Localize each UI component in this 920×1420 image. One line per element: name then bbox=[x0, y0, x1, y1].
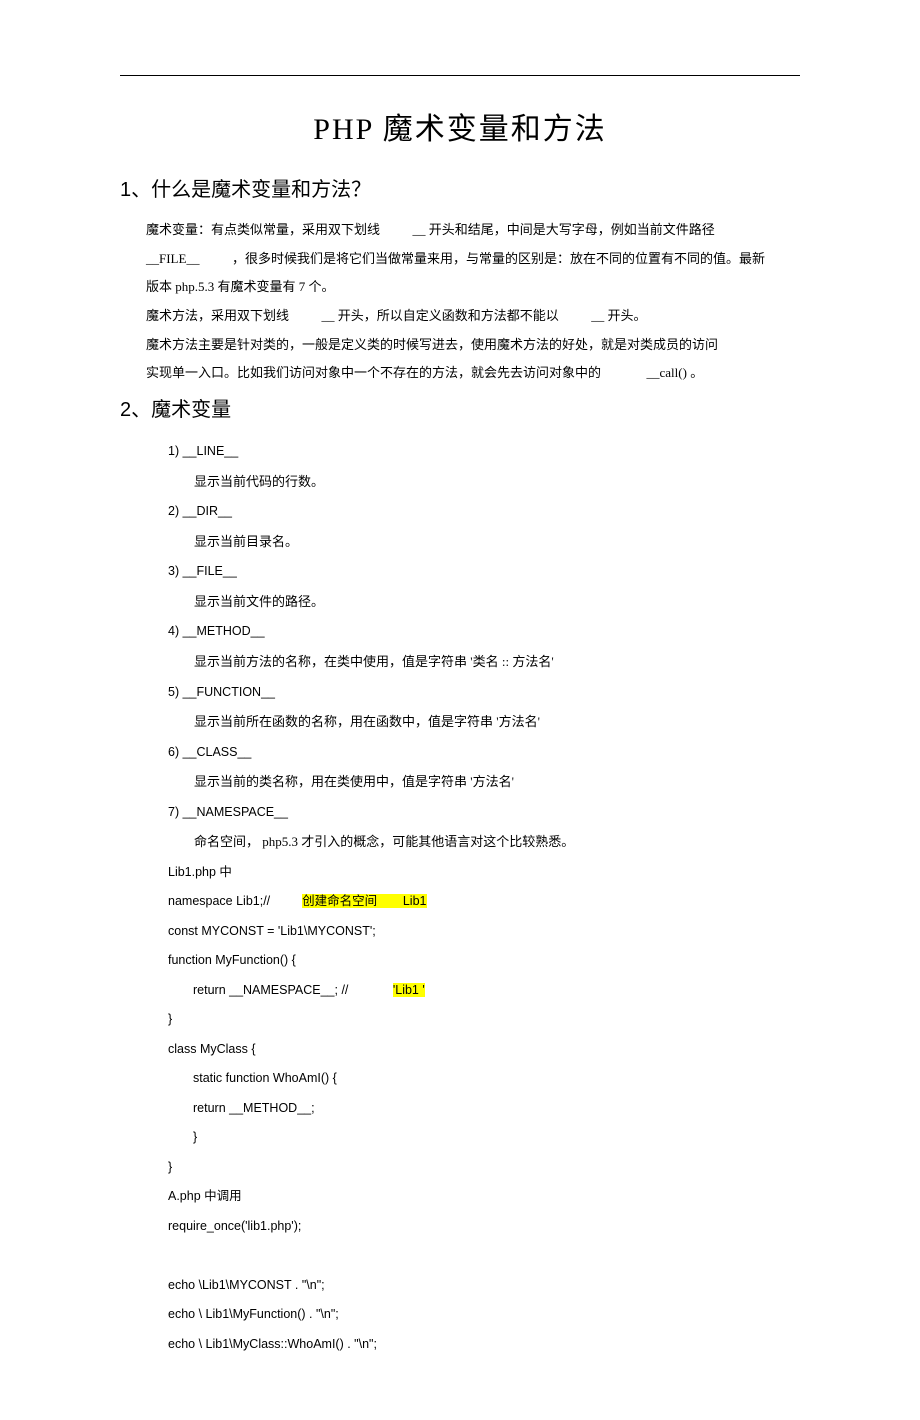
code-text: namespace Lib1;// bbox=[168, 894, 270, 908]
s1-p4c: __ 开头。 bbox=[591, 308, 646, 323]
list-item-desc: 显示当前目录名。 bbox=[194, 528, 800, 557]
list-item: 5) __FUNCTION__ bbox=[168, 679, 800, 707]
magic-vars-list: 1) __LINE__ 显示当前代码的行数。 2) __DIR__ 显示当前目录… bbox=[168, 438, 800, 1358]
s1-p2: __FILE__ ，很多时候我们是将它们当做常量来用，与常量的区别是：放在不同的… bbox=[120, 247, 800, 272]
s1-p4: 魔术方法，采用双下划线 __ 开头，所以自定义函数和方法都不能以 __ 开头。 bbox=[120, 304, 800, 329]
code-line: echo \ Lib1\MyClass::WhoAmI() . "\n"; bbox=[168, 1331, 800, 1359]
s1-p5: 魔术方法主要是针对类的，一般是定义类的时候写进去，使用魔术方法的好处，就是对类成… bbox=[120, 333, 800, 358]
code-line: } bbox=[168, 1154, 800, 1182]
code-line: Lib1.php 中 bbox=[168, 859, 800, 887]
s1-p6a: 实现单一入口。比如我们访问对象中一个不存在的方法，就会先去访问对象中的 bbox=[146, 365, 601, 380]
code-line: echo \Lib1\MYCONST . "\n"; bbox=[168, 1272, 800, 1300]
list-item-desc: 显示当前方法的名称，在类中使用，值是字符串 '类名 :: 方法名' bbox=[194, 648, 800, 677]
code-text: return __NAMESPACE__; // bbox=[193, 983, 348, 997]
code-line: static function WhoAmI() { bbox=[168, 1065, 800, 1093]
s1-p1b: __ 开头和结尾，中间是大写字母，例如当前文件路径 bbox=[413, 222, 715, 237]
s1-p2a: __FILE__ bbox=[146, 251, 199, 266]
code-line: } bbox=[168, 1006, 800, 1034]
page-title: PHP 魔术变量和方法 bbox=[120, 106, 800, 154]
s1-p4b: __ 开头，所以自定义函数和方法都不能以 bbox=[322, 308, 559, 323]
s1-p3: 版本 php.5.3 有魔术变量有 7 个。 bbox=[120, 275, 800, 300]
code-line: require_once('lib1.php'); bbox=[168, 1213, 800, 1241]
top-rule bbox=[120, 75, 800, 76]
list-item: 3) __FILE__ bbox=[168, 558, 800, 586]
code-line: echo \ Lib1\MyFunction() . "\n"; bbox=[168, 1301, 800, 1329]
s1-p1: 魔术变量：有点类似常量，采用双下划线 __ 开头和结尾，中间是大写字母，例如当前… bbox=[120, 218, 800, 243]
code-line: } bbox=[168, 1124, 800, 1152]
list-item-desc: 显示当前所在函数的名称，用在函数中，值是字符串 '方法名' bbox=[194, 708, 800, 737]
hl-part: 创建命名空间 bbox=[302, 894, 377, 908]
list-item: 6) __CLASS__ bbox=[168, 739, 800, 767]
document-page: PHP 魔术变量和方法 1、什么是魔术变量和方法？ 魔术变量：有点类似常量，采用… bbox=[0, 0, 920, 1420]
list-item-desc: 显示当前的类名称，用在类使用中，值是字符串 '方法名' bbox=[194, 768, 800, 797]
s1-p1a: 魔术变量：有点类似常量，采用双下划线 bbox=[146, 222, 380, 237]
list-item: 7) __NAMESPACE__ bbox=[168, 799, 800, 827]
section-2-heading: 2、魔术变量 bbox=[120, 394, 800, 426]
s1-p2b: ，很多时候我们是将它们当做常量来用，与常量的区别是：放在不同的位置有不同的值。最… bbox=[232, 251, 765, 266]
list-item: 4) __METHOD__ bbox=[168, 618, 800, 646]
code-line: function MyFunction() { bbox=[168, 947, 800, 975]
list-item-desc: 显示当前代码的行数。 bbox=[194, 468, 800, 497]
s1-p6: 实现单一入口。比如我们访问对象中一个不存在的方法，就会先去访问对象中的 __ca… bbox=[120, 361, 800, 386]
code-line: const MYCONST = 'Lib1\MYCONST'; bbox=[168, 918, 800, 946]
code-line: return __METHOD__; bbox=[168, 1095, 800, 1123]
list-item: 1) __LINE__ bbox=[168, 438, 800, 466]
s1-p6b: __call() 。 bbox=[647, 365, 704, 380]
hl-part: Lib1 bbox=[403, 894, 427, 908]
list-item: 2) __DIR__ bbox=[168, 498, 800, 526]
list-item-desc: 显示当前文件的路径。 bbox=[194, 588, 800, 617]
code-line bbox=[168, 1242, 800, 1270]
code-line: class MyClass { bbox=[168, 1036, 800, 1064]
code-line: namespace Lib1;// 创建命名空间 Lib1 bbox=[168, 888, 800, 916]
section-1-heading: 1、什么是魔术变量和方法？ bbox=[120, 174, 800, 206]
list-item-desc: 命名空间， php5.3 才引入的概念，可能其他语言对这个比较熟悉。 bbox=[194, 828, 800, 857]
s1-p4a: 魔术方法，采用双下划线 bbox=[146, 308, 289, 323]
code-line: A.php 中调用 bbox=[168, 1183, 800, 1211]
highlight-text: 创建命名空间 Lib1 bbox=[302, 894, 426, 908]
highlight-text: 'Lib1 ' bbox=[393, 983, 425, 997]
code-line: return __NAMESPACE__; // 'Lib1 ' bbox=[168, 977, 800, 1005]
